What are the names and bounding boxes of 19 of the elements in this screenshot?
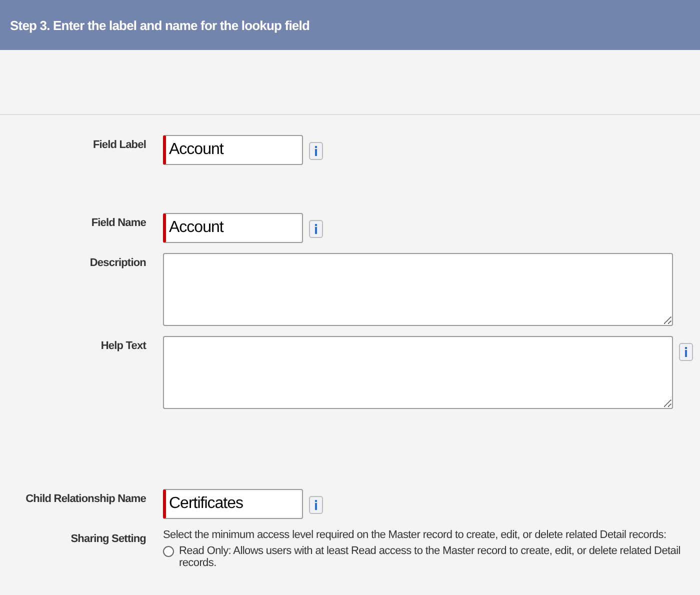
info-icon[interactable] xyxy=(309,496,323,514)
text-field[interactable]: Account xyxy=(163,213,303,243)
text-field[interactable]: Certificates xyxy=(163,489,303,519)
field-label: Field Name xyxy=(90,216,146,231)
field-label: Description xyxy=(88,256,146,271)
option-label: Read Only: Allows users with at least Read access to the Master record to create, edit, or delete related Detail records. xyxy=(179,545,682,569)
info-icon[interactable] xyxy=(309,220,323,238)
field-label: Field Label xyxy=(92,138,146,153)
text-area[interactable] xyxy=(163,253,673,326)
instruction-text: Select the minimum access level required on the Master record to create, edit, or delete related Detail records: xyxy=(163,529,668,541)
info-icon[interactable] xyxy=(679,343,693,361)
field-label: Sharing Setting xyxy=(70,532,146,547)
text-area[interactable] xyxy=(163,336,673,409)
field-label: Child Relationship Name xyxy=(24,492,146,507)
info-icon[interactable] xyxy=(309,142,323,160)
radio-button[interactable] xyxy=(163,546,174,557)
text-field[interactable]: Account xyxy=(163,135,303,165)
field-label: Help Text xyxy=(100,339,146,354)
step-title: Step 3. Enter the label and name for the lookup field xyxy=(10,18,310,32)
